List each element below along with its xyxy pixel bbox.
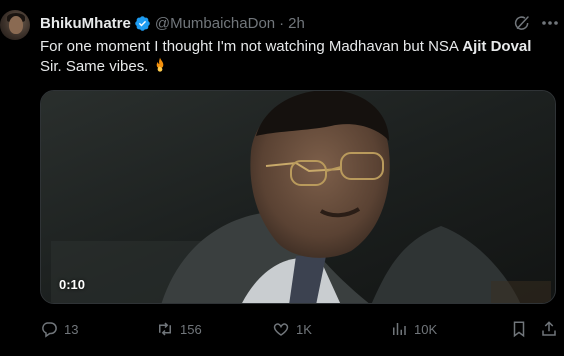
verified-badge-icon [135,15,150,31]
reply-icon [42,322,57,338]
author-handle[interactable]: @MumbaichaDon [155,15,275,32]
tweet-text-end: Sir. Same vibes. [40,58,149,75]
video-frame [41,91,555,303]
heart-icon [273,323,289,336]
tweet-text-bold: Ajit Doval [462,38,532,55]
more-options-icon[interactable] [541,20,559,26]
tweet[interactable]: BhikuMhatre @MumbaichaDon · 2h For one m… [0,0,564,356]
repost-button[interactable]: 156 [156,318,202,340]
views-chart-icon [393,323,406,335]
tweet-text-start: For one moment I thought I'm not watchin… [40,38,463,55]
grok-icon[interactable] [513,14,531,32]
fire-emoji-icon [157,57,164,72]
repost-count: 156 [180,321,202,337]
reply-count: 13 [64,321,79,337]
separator-dot: · [279,14,285,32]
views-button[interactable]: 10K [390,318,437,340]
video-timecode: 0:10 [59,277,86,292]
like-count: 1K [296,321,312,337]
action-bar: 13 156 1K 10K [40,318,564,340]
tweet-text: For one moment I thought I'm not watchin… [40,37,550,77]
repost-icon [159,322,171,336]
like-button[interactable]: 1K [272,318,312,340]
avatar[interactable] [0,10,30,40]
share-button[interactable] [540,318,558,340]
timestamp[interactable]: 2h [288,15,305,32]
author-name[interactable]: BhikuMhatre [40,15,131,32]
video-player[interactable]: 0:10 [40,90,556,304]
views-count: 10K [414,321,438,337]
tweet-header: BhikuMhatre @MumbaichaDon · 2h [40,13,305,33]
bookmark-icon [513,321,525,338]
avatar-face [9,16,23,34]
bookmark-button[interactable] [510,318,528,340]
share-icon [542,321,556,336]
reply-button[interactable]: 13 [40,318,78,340]
